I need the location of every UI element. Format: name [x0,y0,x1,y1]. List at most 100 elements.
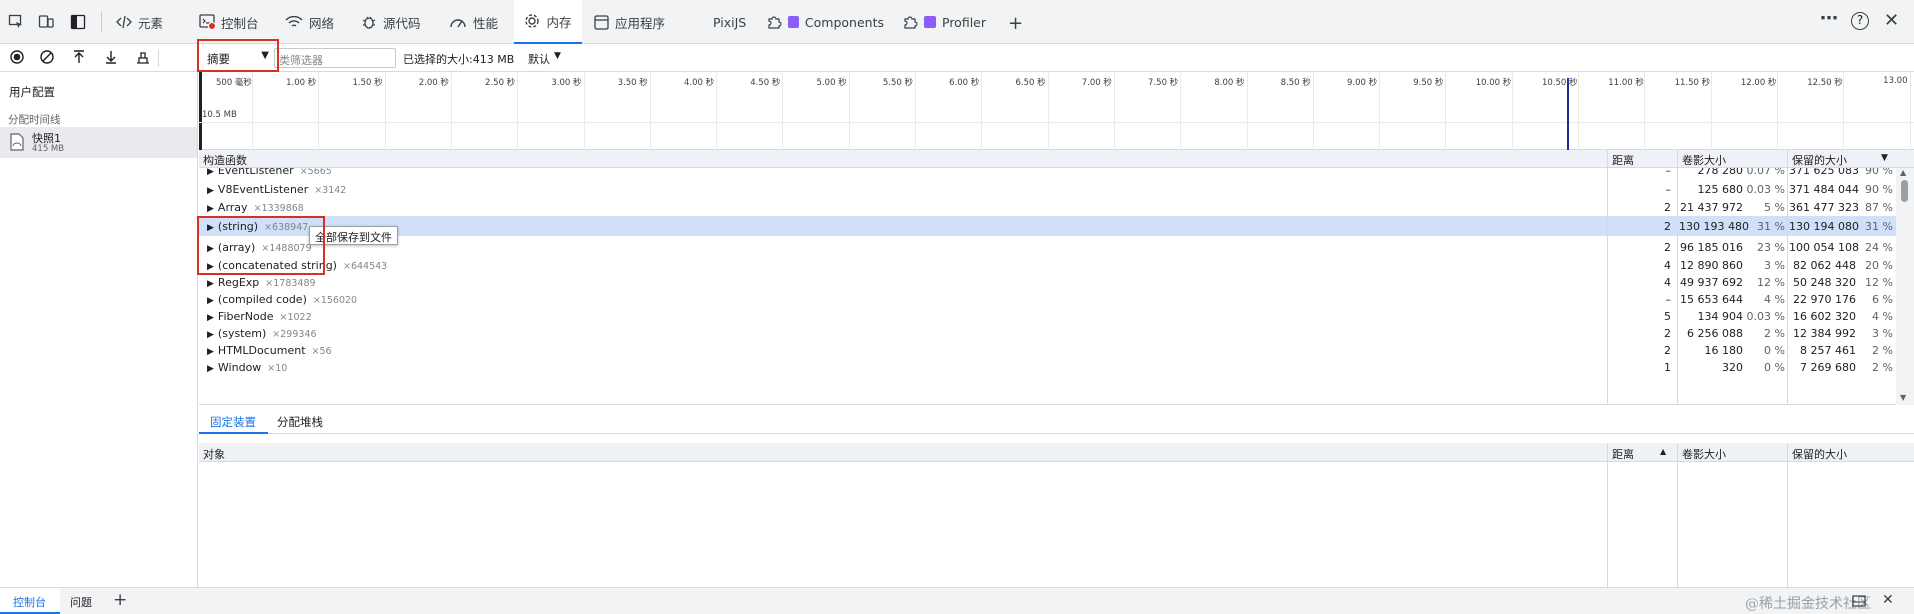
timeline-tick-label: 12.50 秒 [1807,78,1843,88]
shallow-size-header[interactable]: 卷影大小 [1682,446,1726,462]
class-name: EventListener [217,168,294,177]
class-filter-placeholder: 类筛选器 [279,54,323,67]
expand-arrow-icon[interactable]: ▶ [207,186,214,196]
device-toolbar-icon[interactable] [38,14,54,33]
expand-arrow-icon[interactable]: ▶ [207,296,214,306]
retained-size-percent: 90 % [1865,168,1893,177]
timeline-gridline [716,72,718,150]
expand-arrow-icon[interactable]: ▶ [207,364,214,374]
timeline-gridline [782,72,784,150]
timeline-tick-label: 3.50 秒 [617,78,648,88]
default-select-value: 默认 [528,53,550,66]
scroll-up-icon[interactable]: ▲ [1900,168,1906,177]
distance-header[interactable]: 距离 [1612,152,1634,168]
dropdown-arrow-icon: ▼ [554,51,561,61]
timeline-tick-label: 3.00 秒 [551,78,582,88]
allocation-timeline-chart[interactable]: 500 毫秒 1.00 秒 1.50 秒 2.00 秒 2.50 秒 3.00 秒 3.50… [199,72,1914,150]
default-select[interactable]: 默认 ▼ [528,48,568,68]
class-name: FiberNode [217,310,274,323]
retained-size-header[interactable]: 保留的大小 [1792,152,1847,168]
expand-arrow-icon[interactable]: ▶ [207,204,214,214]
shallow-size-value: 130 193 480 [1679,220,1749,233]
tab-pixijs[interactable]: PixiJS [713,0,753,44]
constructor-header[interactable]: 构造函数 [203,152,247,168]
retained-size-header[interactable]: 保留的大小 [1792,446,1847,462]
table-scrollbar[interactable]: ▲ ▼ [1896,168,1914,405]
class-name: (compiled code) [217,293,307,306]
expand-arrow-icon[interactable]: ▶ [207,347,214,357]
help-icon[interactable]: ? [1851,12,1869,30]
timeline-tick-label: 12.00 秒 [1740,78,1777,88]
expand-arrow-icon[interactable]: ▶ [207,168,214,177]
shallow-size-value: 6 256 088 [1687,327,1743,340]
add-drawer-tab-icon[interactable]: + [113,590,127,610]
timeline-gridline [1644,72,1646,150]
code-icon [116,15,132,29]
tab-allocation-stack[interactable]: 分配堆栈 [269,406,335,434]
class-filter-input[interactable]: 类筛选器 [274,48,396,68]
tab-sources[interactable]: 源代码 [361,0,437,44]
timeline-gridline [517,72,519,150]
dock-icon[interactable] [1852,595,1866,610]
table-row[interactable]: ▶ Window ×10 1 320 0 % 7 269 680 2 % [199,357,1914,378]
more-options-icon[interactable]: ⋯ [1820,8,1838,29]
shallow-size-header[interactable]: 卷影大小 [1682,152,1726,168]
timeline-gridline [1047,72,1049,150]
column-divider [1787,150,1788,405]
timeline-tick-label: 10.50 秒 [1542,78,1578,88]
shallow-size-value: 49 937 692 [1680,276,1743,289]
distance-value: 2 [1664,327,1671,340]
close-drawer-icon[interactable]: ✕ [1882,592,1894,608]
shallow-size-percent: 2 % [1764,327,1785,340]
dock-sidebar-icon[interactable] [70,14,86,33]
close-devtools-icon[interactable]: ✕ [1884,10,1899,31]
tab-elements[interactable]: 元素 [116,0,174,44]
drawer-tab-issues[interactable]: 问题 [70,594,92,610]
tab-profiler[interactable]: Profiler [902,0,990,44]
table-row[interactable]: ▶ Array ×1339868 2 21 437 972 5 % 361 477 323 8… [199,197,1914,218]
distance-value: – [1665,293,1672,306]
instance-count: ×10 [267,363,288,374]
scroll-down-icon[interactable]: ▼ [1900,393,1906,402]
tab-application[interactable]: 应用程序 [594,0,674,44]
column-divider [1677,443,1678,587]
retained-size-value: 16 602 320 [1793,310,1856,323]
tab-memory-label: 内存 [546,14,572,30]
shallow-size-value: 21 437 972 [1680,201,1743,214]
tab-components[interactable]: Components [766,0,884,44]
snapshot-file-icon [10,133,24,151]
tab-network[interactable]: 网络 [285,0,347,44]
constructor-name: ▶ FiberNode ×1022 [207,310,312,323]
retained-size-value: 22 970 176 [1793,293,1856,306]
scrollbar-thumb[interactable] [1901,180,1908,202]
add-tab-icon[interactable]: + [1008,13,1023,34]
table-row[interactable]: ▶ (string) ×638947 2 130 193 480 31 % 130 194 … [199,216,1914,236]
snapshot-item[interactable]: 快照1 415 MB [0,127,197,158]
constructor-name: ▶ HTMLDocument ×56 [207,344,332,357]
shallow-size-percent: 5 % [1764,201,1785,214]
distance-header[interactable]: 距离 [1612,446,1634,462]
drawer-tab-console[interactable]: 控制台 [0,588,60,614]
tab-memory[interactable]: 内存 [514,0,582,44]
distance-value: 5 [1664,310,1671,323]
instance-count: ×1783489 [265,278,316,289]
heap-summary-table: 构造函数 距离 卷影大小 保留的大小 ▼ ▶ EventListener ×5665… [199,150,1914,405]
shallow-size-value: 15 653 644 [1680,293,1743,306]
expand-arrow-icon[interactable]: ▶ [207,313,214,323]
timeline-gridline [649,72,651,150]
collect-garbage-icon[interactable] [135,49,151,68]
timeline-tick-label: 13.00 [1883,76,1908,86]
download-icon[interactable] [103,49,119,68]
object-header[interactable]: 对象 [203,446,225,462]
clear-icon[interactable] [39,49,55,68]
inspect-element-icon[interactable] [8,14,24,33]
shallow-size-value: 278 280 [1697,168,1744,177]
tab-retainers-label: 固定装置 [210,415,256,429]
expand-arrow-icon[interactable]: ▶ [207,330,214,340]
record-icon[interactable] [9,49,25,68]
tab-retainers[interactable]: 固定装置 [199,406,268,434]
upload-icon[interactable] [71,49,87,68]
tab-console[interactable]: 控制台 [199,0,269,44]
tab-performance[interactable]: 性能 [449,0,505,44]
expand-arrow-icon[interactable]: ▶ [207,279,214,289]
